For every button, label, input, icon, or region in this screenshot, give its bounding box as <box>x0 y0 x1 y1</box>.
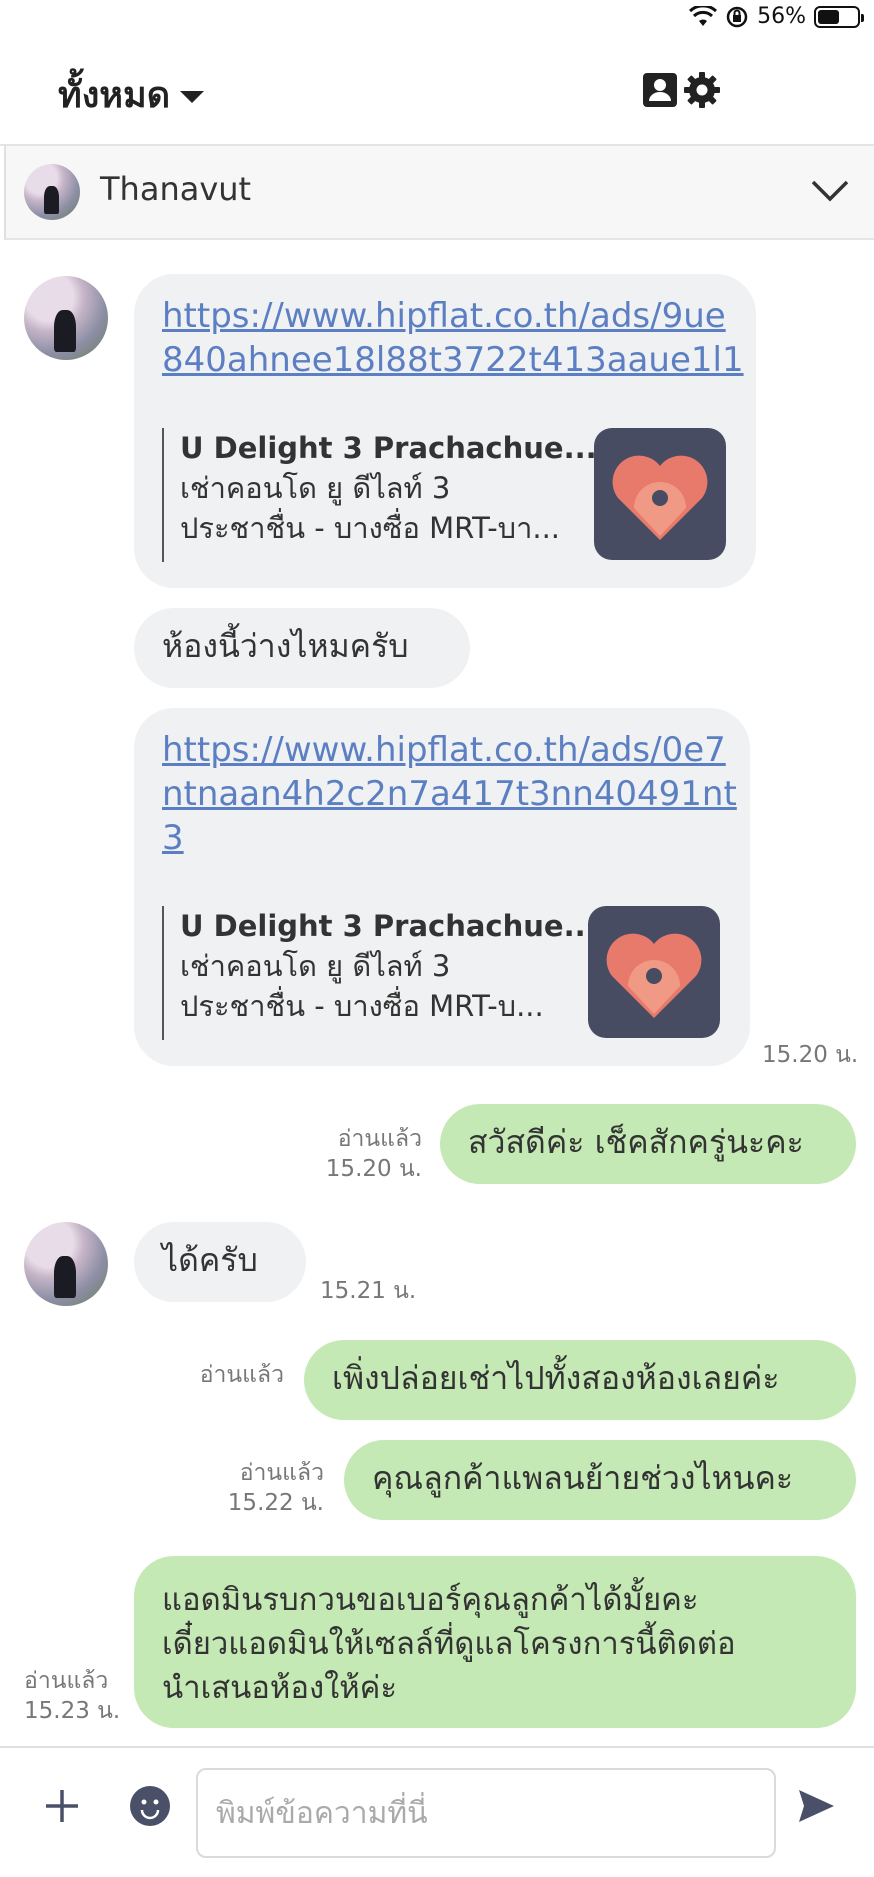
message-text: ได้ครับ <box>162 1241 258 1279</box>
message-time: 15.21 น. <box>320 1278 417 1304</box>
message-composer <box>0 1746 874 1877</box>
send-icon[interactable] <box>796 1786 836 1826</box>
heart-pin-icon <box>612 455 708 540</box>
text-message[interactable]: ได้ครับ <box>134 1222 306 1302</box>
message-link-cont[interactable]: 3 <box>162 816 737 860</box>
heart-pin-icon <box>606 933 702 1018</box>
preview-thumbnail <box>594 428 726 560</box>
message-text: เพิ่งปล่อยเช่าไปทั้งสองห้องเลยค่ะ <box>332 1359 780 1397</box>
battery-icon <box>814 5 864 28</box>
message-text: สวัสดีค่ะ เช็คสักครู่นะคะ <box>468 1123 804 1161</box>
contact-name: Thanavut <box>100 170 252 208</box>
text-message[interactable]: ห้องนี้ว่างไหมครับ <box>134 608 470 688</box>
preview-thumbnail <box>588 906 720 1038</box>
contact-avatar <box>24 164 80 220</box>
link-message[interactable]: https://www.hipflat.co.th/ads/9ue 840ahn… <box>134 274 756 588</box>
link-preview[interactable]: U Delight 3 Prachachue... เช่าคอนโด ยู ด… <box>162 906 597 1040</box>
read-receipt: อ่านแล้ว 15.23 น. <box>24 1668 121 1724</box>
rotation-lock-icon <box>726 6 748 27</box>
message-text: นำเสนอห้องให้ค่ะ <box>162 1670 398 1706</box>
link-message[interactable]: https://www.hipflat.co.th/ads/0e7 ntnaan… <box>134 708 750 1066</box>
message-text: คุณลูกค้าแพลนย้ายช่วงไหนคะ <box>372 1459 794 1497</box>
filter-label: ทั้งหมด <box>58 75 171 116</box>
plus-icon[interactable] <box>42 1786 82 1826</box>
wifi-icon <box>689 5 718 26</box>
emoji-icon[interactable] <box>130 1786 170 1826</box>
message-text: ห้องนี้ว่างไหมครับ <box>162 627 409 665</box>
battery-percent: 56% <box>757 4 806 29</box>
outgoing-message[interactable]: คุณลูกค้าแพลนย้ายช่วงไหนคะ <box>344 1440 856 1520</box>
status-icons: 56% <box>689 4 864 29</box>
gear-icon[interactable] <box>682 70 722 110</box>
read-receipt: อ่านแล้ว 15.20 น. <box>325 1126 422 1182</box>
chat-header[interactable]: Thanavut <box>4 146 874 240</box>
read-receipt: อ่านแล้ว <box>199 1362 284 1388</box>
message-link[interactable]: https://www.hipflat.co.th/ads/0e7 <box>162 728 737 772</box>
read-receipt: อ่านแล้ว 15.22 น. <box>227 1460 324 1516</box>
message-text: แอดมินรบกวนขอเบอร์คุณลูกค้าได้มั้ยคะ <box>162 1582 699 1618</box>
preview-title: U Delight 3 Prachachue... <box>180 431 597 465</box>
outgoing-message[interactable]: แอดมินรบกวนขอเบอร์คุณลูกค้าได้มั้ยคะ เดี… <box>134 1556 856 1728</box>
sender-avatar[interactable] <box>24 276 108 360</box>
filter-dropdown[interactable]: ทั้งหมด <box>58 66 205 123</box>
preview-desc: เช่าคอนโด ยู ดีไลท์ 3 <box>180 471 451 505</box>
outgoing-message[interactable]: สวัสดีค่ะ เช็คสักครู่นะคะ <box>440 1104 856 1184</box>
status-bar: 56% <box>0 0 874 40</box>
preview-desc: เช่าคอนโด ยู ดีไลท์ 3 <box>180 949 451 983</box>
caret-down-icon <box>180 90 205 103</box>
message-link-cont[interactable]: 840ahnee18l88t3722t413aaue1l1 <box>162 338 744 382</box>
app-header: ทั้งหมด <box>0 40 874 146</box>
preview-desc: ประชาชื่น - บางซื่อ MRT-บ... <box>180 989 544 1023</box>
chevron-down-icon[interactable] <box>810 176 850 206</box>
preview-title: U Delight 3 Prachachue... <box>180 909 597 943</box>
contact-card-icon[interactable] <box>640 70 680 110</box>
outgoing-message[interactable]: เพิ่งปล่อยเช่าไปทั้งสองห้องเลยค่ะ <box>304 1340 856 1420</box>
preview-desc: ประชาชื่น - บางซื่อ MRT-บา... <box>180 511 561 545</box>
message-input[interactable] <box>196 1768 776 1858</box>
message-time: 15.20 น. <box>762 1042 859 1068</box>
message-link[interactable]: https://www.hipflat.co.th/ads/9ue <box>162 294 744 338</box>
message-text: เดี๋ยวแอดมินให้เซลล์ที่ดูแลโครงการนี้ติด… <box>162 1626 736 1662</box>
sender-avatar[interactable] <box>24 1222 108 1306</box>
message-link-cont[interactable]: ntnaan4h2c2n7a417t3nn40491nt <box>162 772 737 816</box>
link-preview[interactable]: U Delight 3 Prachachue... เช่าคอนโด ยู ด… <box>162 428 597 562</box>
